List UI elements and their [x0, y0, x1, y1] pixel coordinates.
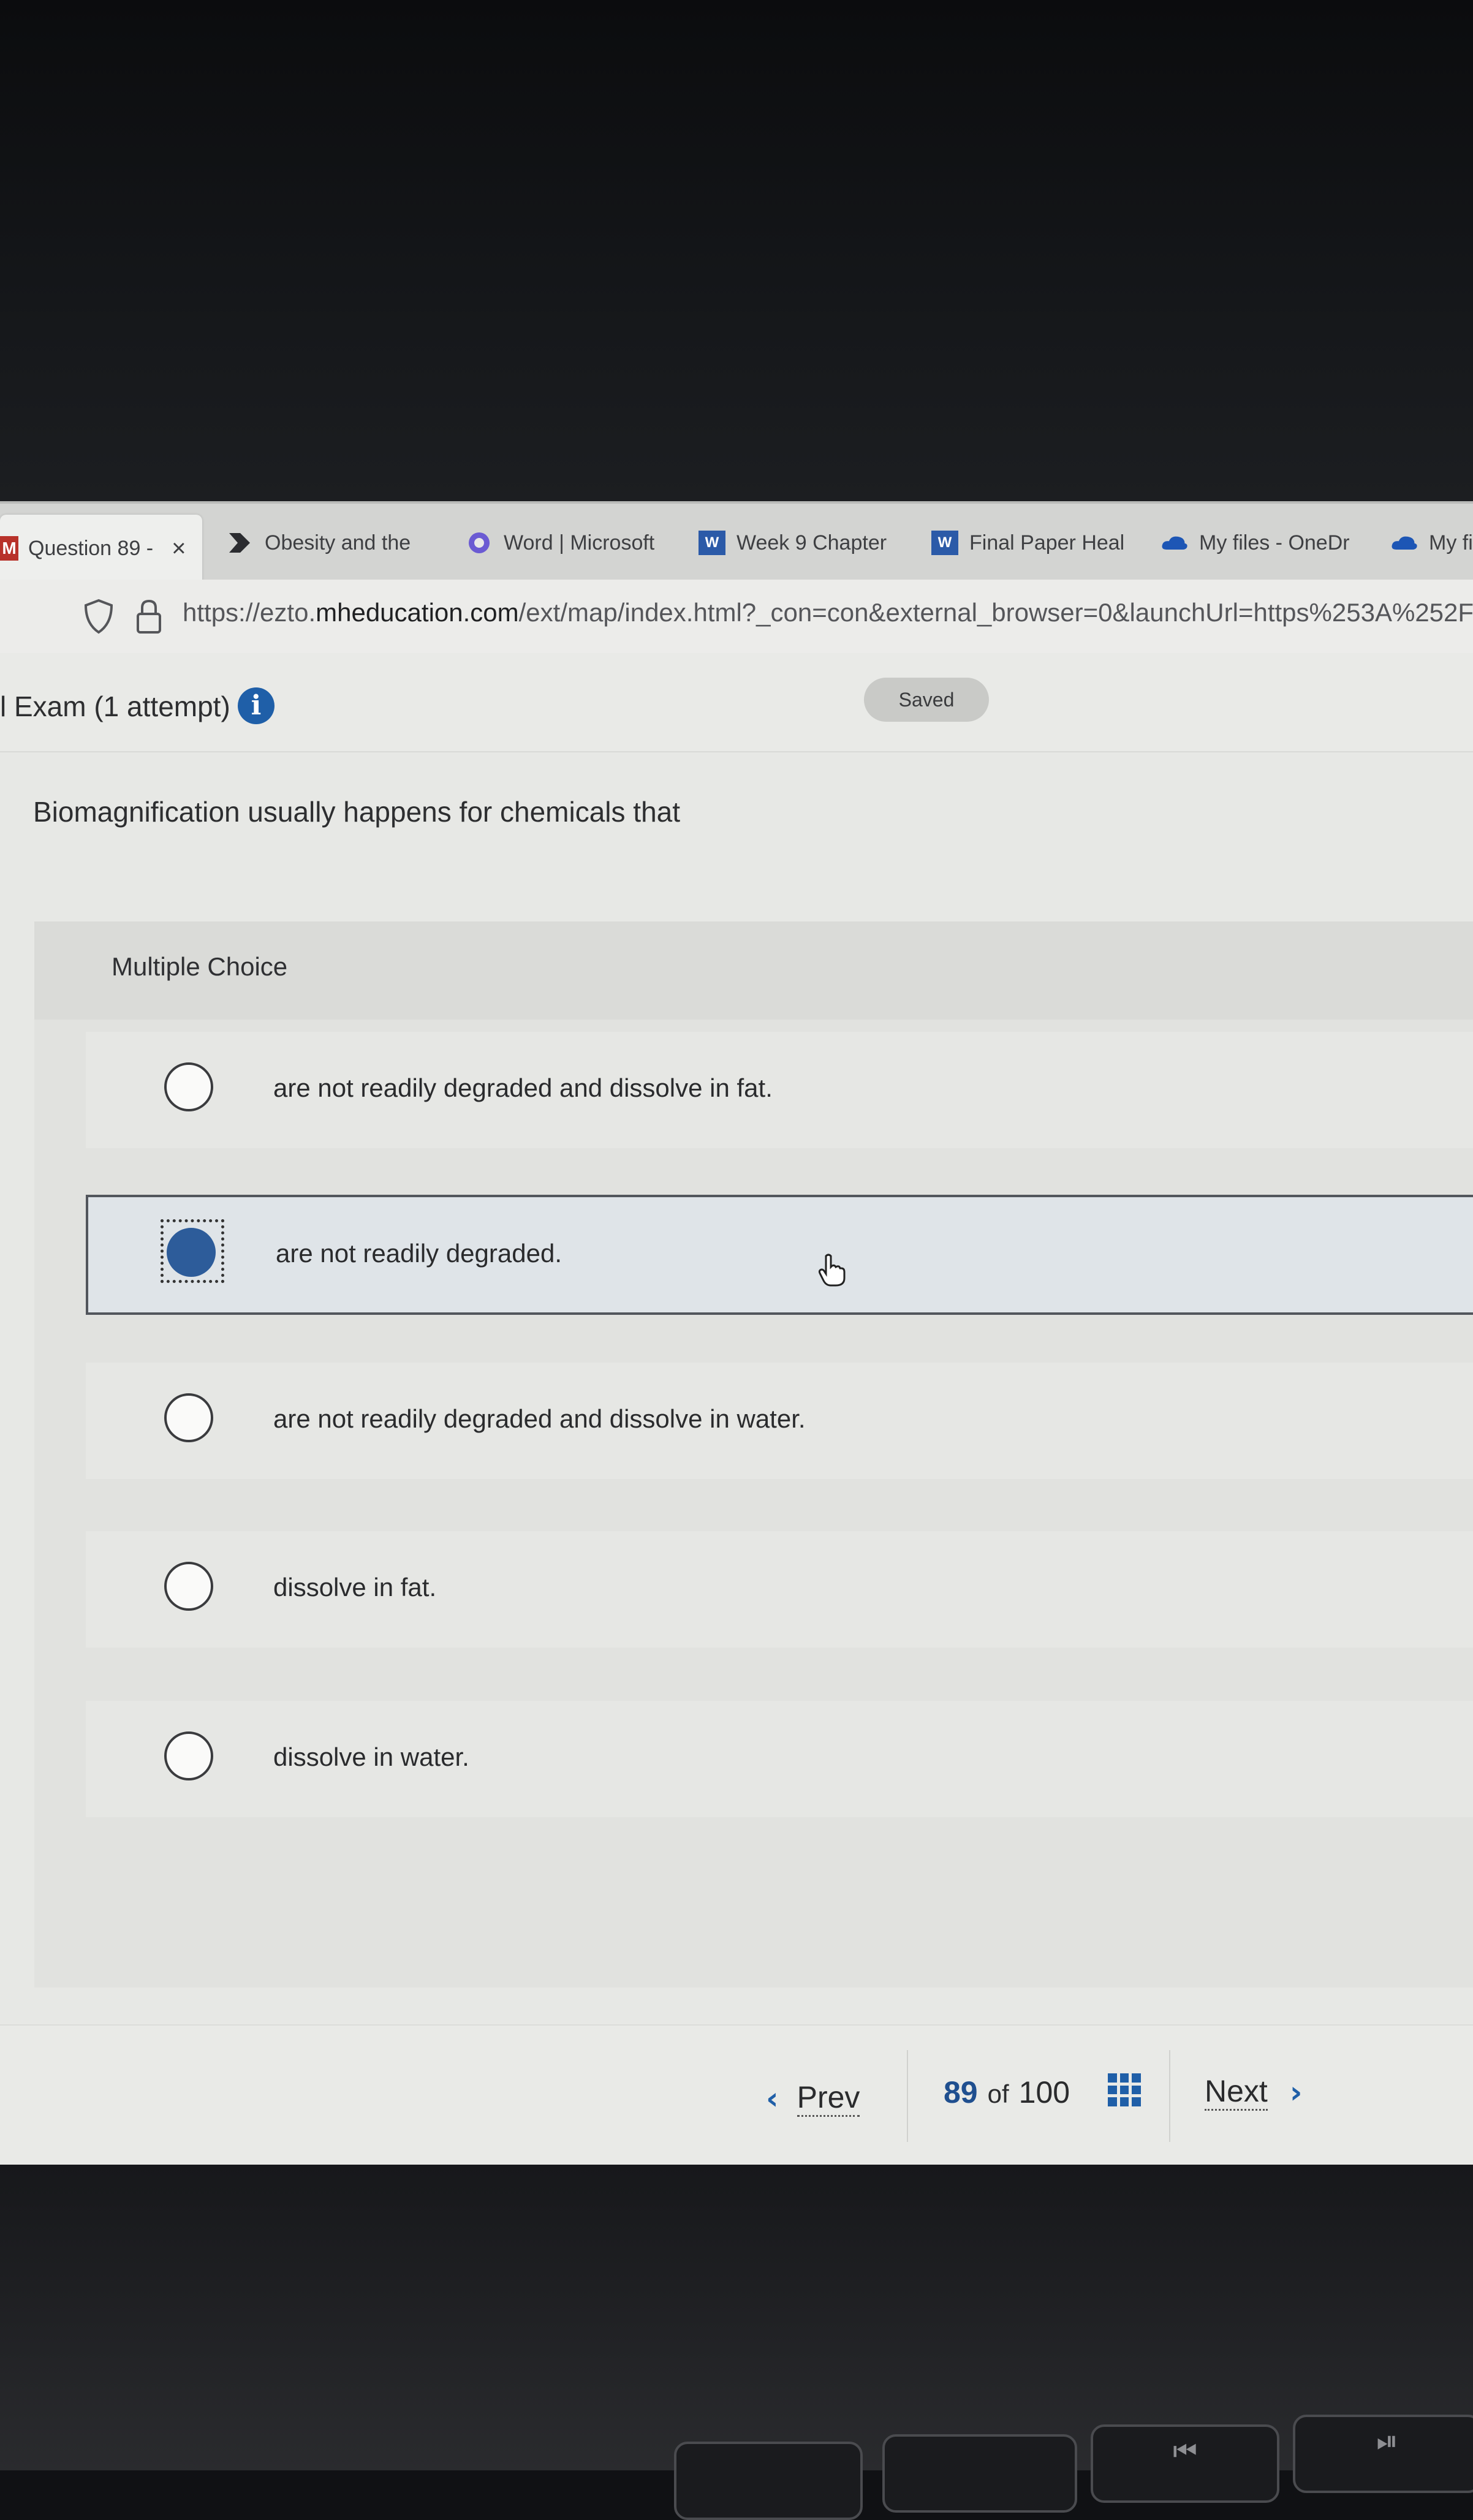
lock-icon[interactable] [135, 598, 163, 635]
tab-onedrive[interactable]: My files - OneDr [1161, 515, 1357, 571]
prev-button[interactable]: ‹ Prev [766, 2079, 860, 2117]
answer-option-text: dissolve in water. [273, 1742, 469, 1771]
tab-label: My fi [1429, 531, 1473, 554]
tab-label: Week 9 Chapter [736, 531, 887, 554]
shield-icon[interactable] [83, 598, 114, 635]
info-icon[interactable]: i [238, 687, 275, 724]
current-question-number: 89 [944, 2075, 978, 2109]
laptop-bezel: ⏮ ⏯ [0, 2165, 1473, 2520]
exam-title: l Exam (1 attempt) [0, 691, 230, 722]
answer-option-2-selected[interactable]: are not readily degraded. [86, 1195, 1473, 1315]
url-prefix: https://ezto. [183, 598, 316, 627]
tab-label: Question 89 - [28, 536, 154, 560]
mcgraw-hill-icon: M [0, 536, 18, 561]
radio-button-selected[interactable] [167, 1228, 216, 1277]
copilot-icon [466, 531, 493, 555]
question-navigation: ‹ Prev 89 of 100 Next › [0, 2024, 1473, 2166]
play-pause-icon: ⏯ [1376, 2426, 1398, 2457]
tab-week-9[interactable]: W Week 9 Chapter [699, 515, 907, 571]
total-questions: 100 [1018, 2075, 1070, 2109]
tab-label: Final Paper Heal [969, 531, 1125, 554]
play-arrow-icon [227, 531, 254, 555]
exam-header: l Exam (1 attempt) i Saved [0, 653, 1473, 752]
tab-question-89[interactable]: M Question 89 - × [0, 515, 202, 582]
divider [1169, 2050, 1170, 2142]
dark-background-top [0, 0, 1473, 502]
radio-button[interactable] [164, 1562, 213, 1611]
tab-final-paper[interactable]: W Final Paper Heal [931, 515, 1134, 571]
tab-label: Obesity and the [265, 531, 411, 554]
keyboard-key-play-pause: ⏯ [1293, 2415, 1473, 2493]
word-doc-icon: W [699, 531, 725, 555]
answer-option-text: dissolve in fat. [273, 1573, 437, 1602]
tab-word[interactable]: Word | Microsoft [466, 515, 668, 571]
tab-label: Word | Microsoft [504, 531, 655, 554]
answer-option-1[interactable]: are not readily degraded and dissolve in… [86, 1032, 1473, 1148]
keyboard-key [882, 2434, 1077, 2513]
prev-label: Prev [797, 2079, 860, 2117]
chevron-left-icon: ‹ [766, 2080, 779, 2116]
answer-option-3[interactable]: are not readily degraded and dissolve in… [86, 1363, 1473, 1479]
next-label: Next [1205, 2073, 1268, 2111]
divider [907, 2050, 908, 2142]
page-counter: 89 of 100 [944, 2075, 1070, 2110]
choice-panel-header: Multiple Choice [34, 921, 1473, 1020]
close-tab-icon[interactable]: × [172, 535, 186, 562]
question-text: Biomagnification usually happens for che… [33, 796, 681, 828]
saved-status-badge: Saved [864, 678, 989, 722]
browser-window: M Question 89 - × Obesity and the Word |… [0, 501, 1473, 2166]
answer-option-4[interactable]: dissolve in fat. [86, 1531, 1473, 1648]
answer-option-text: are not readily degraded and dissolve in… [273, 1404, 806, 1433]
tab-label: My files - OneDr [1199, 531, 1350, 554]
tab-obesity[interactable]: Obesity and the [227, 515, 429, 571]
radio-button[interactable] [164, 1062, 213, 1111]
tab-bar: M Question 89 - × Obesity and the Word |… [0, 501, 1473, 582]
of-label: of [987, 2079, 1009, 2108]
onedrive-cloud-icon [1391, 531, 1418, 555]
url-domain: mheducation.com [316, 598, 519, 627]
radio-button[interactable] [164, 1393, 213, 1442]
word-doc-icon: W [931, 531, 958, 555]
rewind-icon: ⏮ [1173, 2435, 1197, 2467]
answer-option-text: are not readily degraded. [276, 1239, 562, 1268]
question-grid-icon[interactable] [1108, 2073, 1141, 2106]
url-path: /ext/map/index.html?_con=con&external_br… [518, 598, 1473, 627]
radio-button[interactable] [164, 1731, 213, 1780]
chevron-right-icon: › [1289, 2074, 1303, 2110]
answer-option-text: are not readily degraded and dissolve in… [273, 1073, 773, 1102]
url-text[interactable]: https://ezto.mheducation.com/ext/map/ind… [183, 598, 1473, 627]
next-button[interactable]: Next › [1205, 2073, 1302, 2111]
tab-onedrive-2[interactable]: My fi [1391, 515, 1473, 571]
keyboard-key [674, 2442, 863, 2520]
onedrive-cloud-icon [1161, 531, 1188, 555]
multiple-choice-panel: Multiple Choice are not readily degraded… [34, 921, 1473, 1988]
question-type-label: Multiple Choice [112, 952, 288, 981]
answer-option-5[interactable]: dissolve in water. [86, 1701, 1473, 1817]
hand-pointer-icon [818, 1254, 846, 1287]
address-bar[interactable]: https://ezto.mheducation.com/ext/map/ind… [0, 580, 1473, 654]
keyboard-key-rewind: ⏮ [1091, 2424, 1279, 2503]
